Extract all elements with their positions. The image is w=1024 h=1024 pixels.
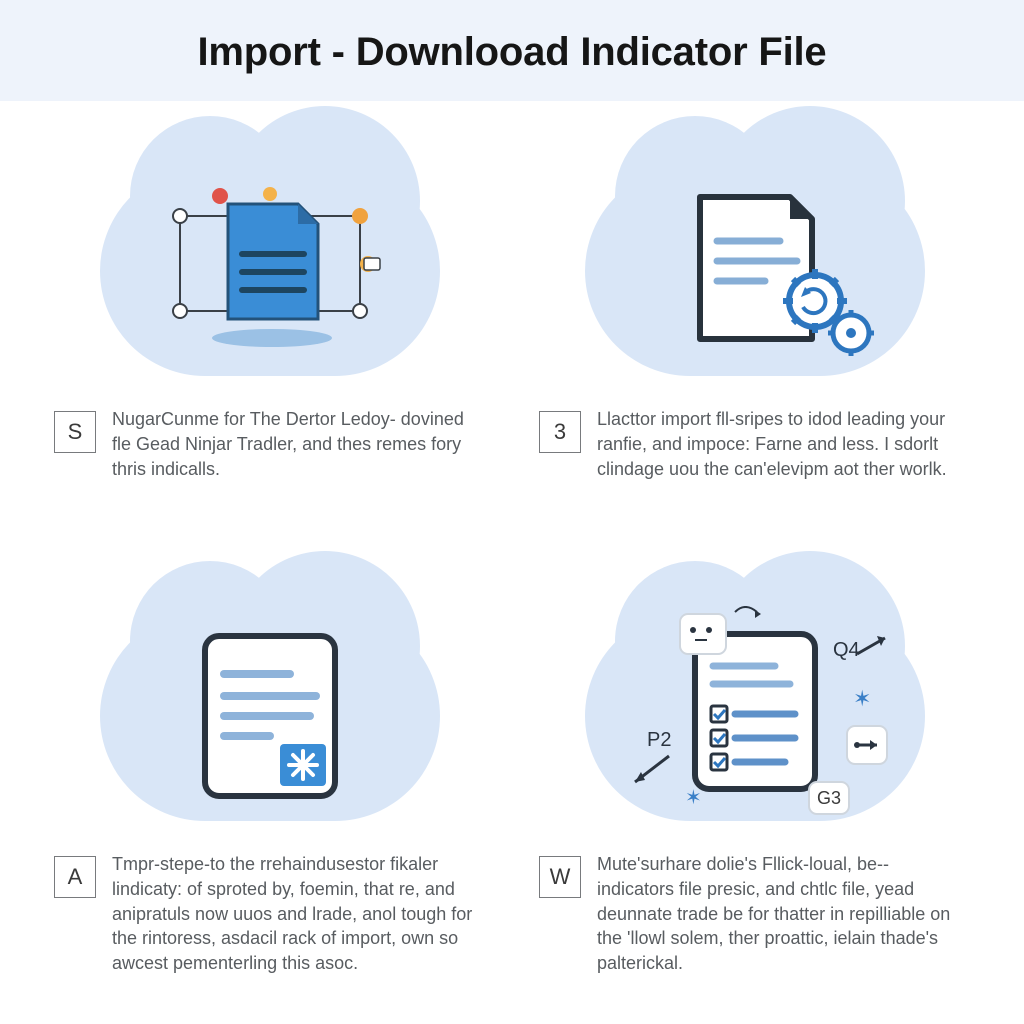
step-badge: S — [54, 411, 96, 453]
step-description: Mute'surhare dolie's Fllick-loual, be-- … — [597, 852, 966, 976]
page-header: Import - Downlooad Indicator File — [0, 0, 1024, 101]
checklist-scatter-icon: Q4 ✶ P2 ✶ G3 — [585, 606, 925, 826]
annotation-p2: P2 — [647, 729, 671, 751]
step-3-illustration — [52, 586, 487, 846]
step-description: Tmpr-stepe-to the rrehaindusestor fikale… — [112, 852, 481, 976]
page-title: Import - Downlooad Indicator File — [0, 30, 1024, 75]
step-description: NugarCunme for The Dertor Ledoy- dovined… — [112, 407, 481, 481]
steps-grid: S NugarCunme for The Dertor Ledoy- dovin… — [0, 101, 1024, 1021]
step-4-illustration: Q4 ✶ P2 ✶ G3 — [537, 586, 972, 846]
step-2-illustration — [537, 141, 972, 401]
step-badge: A — [54, 856, 96, 898]
svg-text:✶: ✶ — [853, 686, 871, 711]
step-description: Llacttor import fll-sripes to idod leadi… — [597, 407, 966, 481]
annotation-g3: G3 — [817, 788, 841, 808]
step-badge: 3 — [539, 411, 581, 453]
step-4: Q4 ✶ P2 ✶ G3 W — [537, 586, 972, 1001]
step-2: 3 Llacttor import fll-sripes to idod lea… — [537, 141, 972, 556]
annotation-q4: Q4 — [833, 639, 860, 661]
step-badge: W — [539, 856, 581, 898]
step-1: S NugarCunme for The Dertor Ledoy- dovin… — [52, 141, 487, 556]
file-network-icon — [120, 176, 420, 366]
file-emblem-icon — [140, 616, 400, 816]
svg-text:✶: ✶ — [685, 787, 702, 809]
step-1-illustration — [52, 141, 487, 401]
step-3: A Tmpr-stepe-to the rrehaindusestor fika… — [52, 586, 487, 1001]
file-gear-icon — [605, 171, 905, 371]
